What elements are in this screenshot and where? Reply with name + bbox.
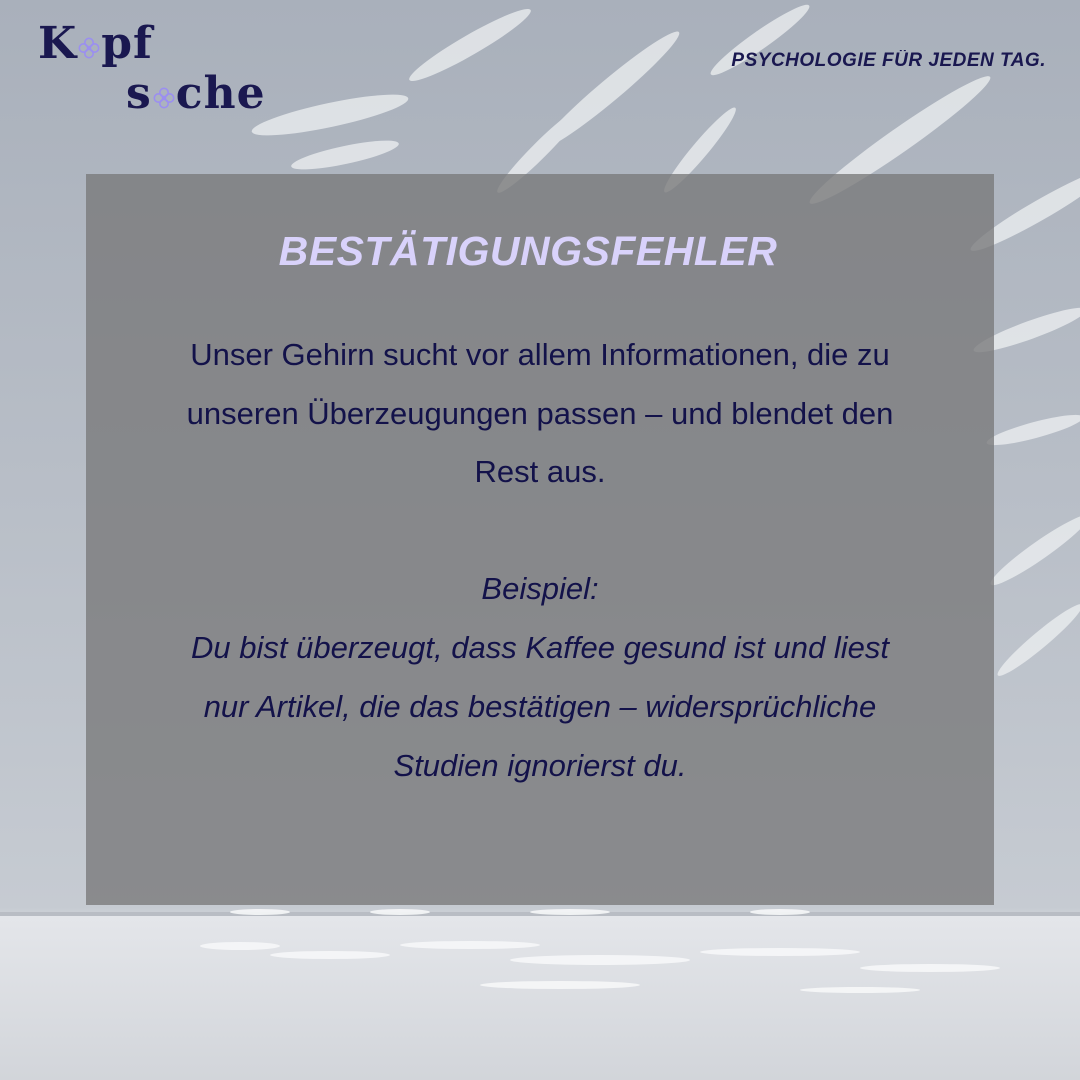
content-card [86, 174, 994, 905]
logo-text-s: s [126, 68, 152, 119]
logo-text-che: che [175, 68, 266, 119]
logo: K pf s che [38, 22, 278, 122]
body-line: unseren Überzeugungen passen – und blend… [186, 395, 894, 431]
body-line: Rest aus. [474, 454, 606, 489]
example-line: Studien ignorierst du. [393, 748, 687, 783]
example-label: Beispiel: [481, 571, 599, 606]
example-line: nur Artikel, die das bestätigen – widers… [203, 689, 877, 724]
flower-icon [78, 37, 100, 59]
logo-line-2: s che [126, 72, 266, 116]
logo-text-pf: pf [101, 18, 153, 69]
logo-text-k: K [38, 18, 78, 69]
tagline: PSYCHOLOGIE FÜR JEDEN TAG. [731, 50, 1046, 71]
flower-icon [153, 87, 175, 109]
card-title: BESTÄTIGUNGSFEHLER [278, 228, 778, 274]
logo-line-1: K pf [38, 22, 153, 66]
card-body: Unser Gehirn sucht vor allem Information… [86, 326, 994, 502]
example-block: Beispiel: Du bist überzeugt, dass Kaffee… [86, 559, 994, 795]
example-line: Du bist überzeugt, dass Kaffee gesund is… [191, 630, 889, 665]
body-line: Unser Gehirn sucht vor allem Information… [190, 337, 890, 372]
